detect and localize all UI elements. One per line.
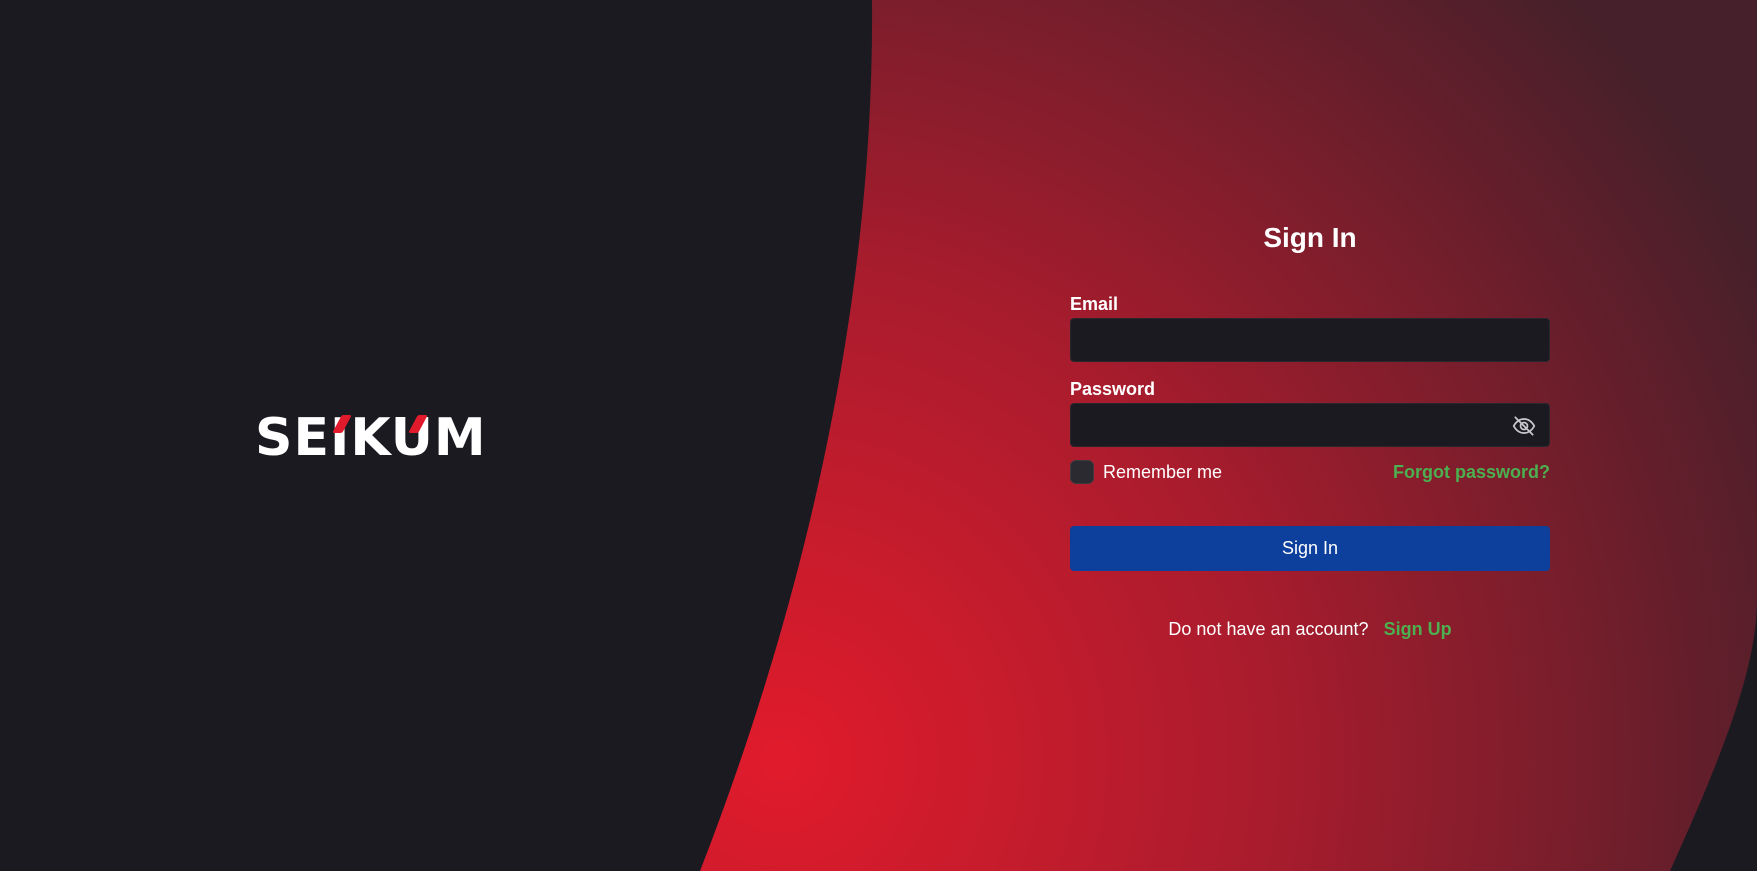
email-label: Email: [1070, 294, 1119, 314]
email-field[interactable]: [1071, 319, 1549, 361]
signup-row: Do not have an account? Sign Up: [1070, 617, 1550, 641]
seikum-logo: SEIKUM: [255, 410, 510, 466]
sign-in-page: SEIKUM Sign In Email Password Remember m…: [0, 0, 1757, 871]
page-title: Sign In: [1263, 222, 1357, 253]
forgot-password-link[interactable]: Forgot password?: [1393, 462, 1550, 483]
remember-me-checkbox[interactable]: [1070, 460, 1094, 484]
sign-in-button[interactable]: Sign In: [1070, 526, 1550, 571]
remember-me[interactable]: Remember me: [1070, 460, 1222, 484]
password-field[interactable]: [1071, 404, 1549, 446]
email-field-container: [1070, 318, 1550, 362]
password-field-container: [1070, 403, 1550, 447]
remember-forgot-row: Remember me Forgot password?: [1070, 460, 1550, 484]
sign-in-form: Sign In Email Password Remember me Forgo…: [1070, 218, 1550, 641]
signup-prompt: Do not have an account?: [1168, 619, 1369, 639]
remember-me-label: Remember me: [1103, 462, 1223, 482]
sign-up-link[interactable]: Sign Up: [1384, 619, 1452, 639]
logo-text: SEIKUM: [255, 408, 487, 468]
eye-off-icon[interactable]: [1511, 413, 1537, 439]
password-label: Password: [1070, 379, 1156, 399]
